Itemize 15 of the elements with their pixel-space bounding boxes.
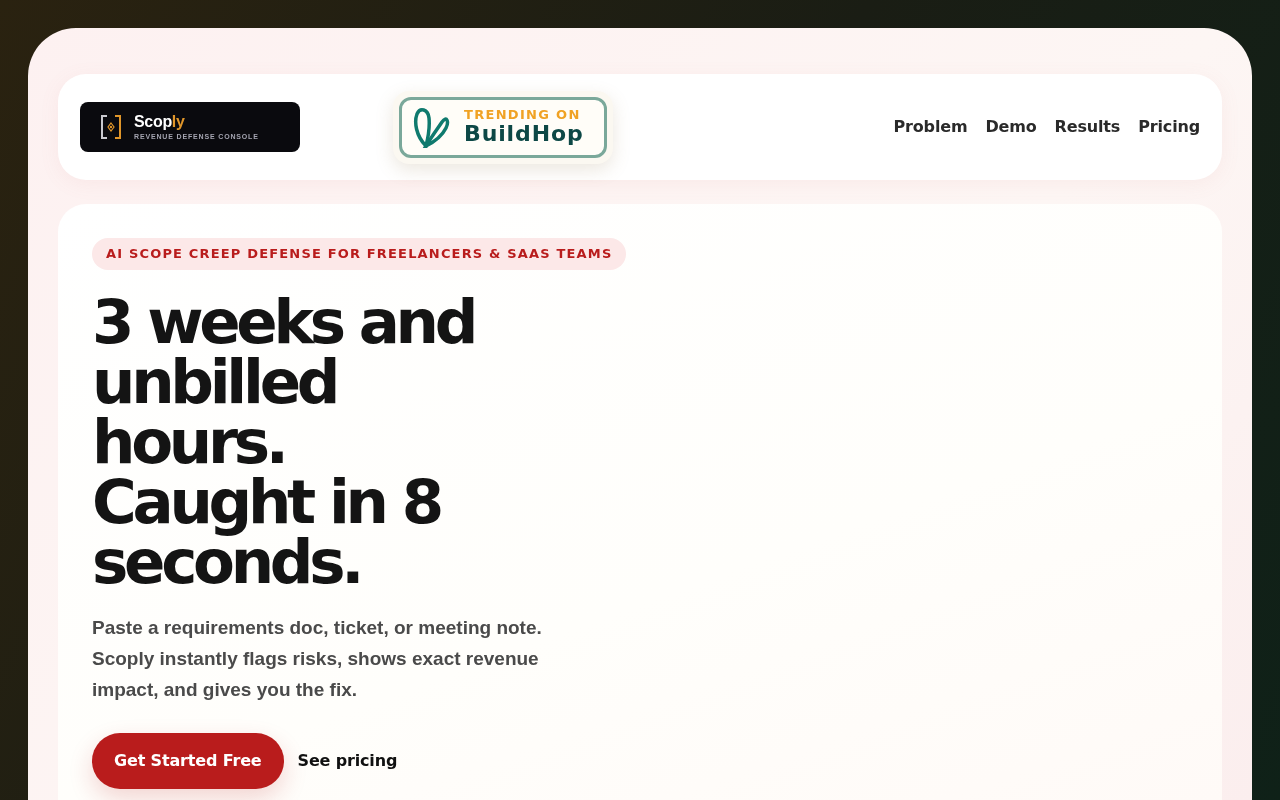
hero-headline: 3 weeks and unbilled hours. Caught in 8 seconds. — [92, 292, 476, 592]
nav-link[interactable]: Problem — [893, 115, 968, 139]
eyebrow-tag: AI SCOPE CREEP DEFENSE FOR FREELANCERS & SAAS TEAMS — [92, 238, 627, 270]
loops-logo-icon — [412, 106, 450, 148]
trending-badge[interactable]: TRENDING ON BuildHop — [393, 90, 613, 164]
badge-title: BuildHop — [464, 122, 584, 146]
get-started-button[interactable]: Get Started Free — [92, 733, 284, 789]
pricing-link[interactable]: See pricing — [297, 749, 398, 773]
nav-link[interactable]: Results — [1054, 115, 1121, 139]
nav-link[interactable]: Pricing — [1138, 115, 1200, 139]
bracket-logo-icon — [100, 115, 122, 139]
badge-kicker: TRENDING ON — [464, 108, 582, 122]
logo-wordmark: Scoply — [134, 113, 186, 131]
nav-link[interactable]: Demo — [985, 115, 1037, 139]
hero-description: Paste a requirements doc, ticket, or meeting note. Scoply instantly flags risks, shows exact revenue impact, and gives you the fix. — [92, 616, 543, 702]
